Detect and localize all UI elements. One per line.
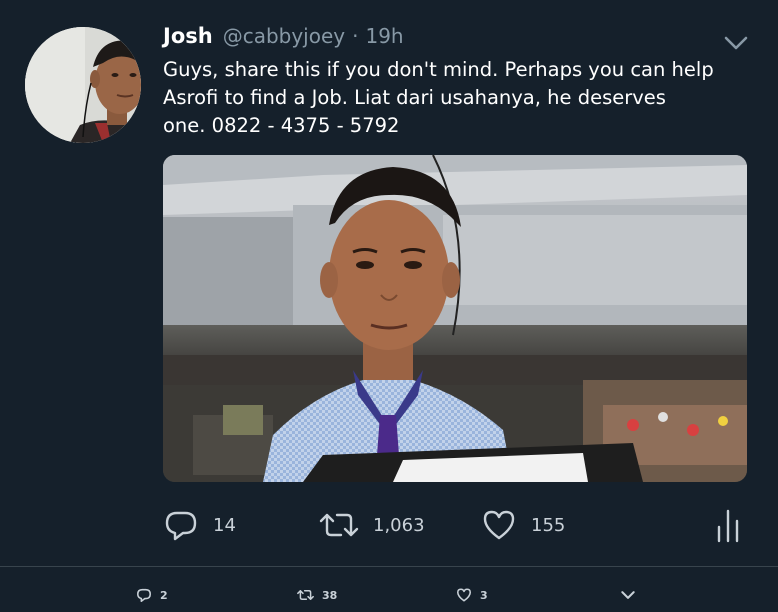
photo-image xyxy=(163,155,747,482)
tweet-menu-button[interactable] xyxy=(722,33,750,53)
next-reply-count: 2 xyxy=(160,588,168,602)
like-button[interactable]: 155 xyxy=(481,505,565,545)
tweet-text: Guys, share this if you don't mind. Perh… xyxy=(163,58,714,137)
tweet-actions: 14 1,063 155 xyxy=(163,505,753,545)
author-name[interactable]: Josh xyxy=(163,24,213,48)
next-reply-button[interactable]: 2 xyxy=(136,585,168,605)
next-like-count: 3 xyxy=(480,588,488,602)
next-tweet-menu-button[interactable] xyxy=(620,585,636,605)
chevron-down-icon xyxy=(724,36,748,50)
reply-count: 14 xyxy=(213,514,236,536)
analytics-icon xyxy=(717,509,739,543)
avatar-image xyxy=(25,27,141,143)
heart-icon xyxy=(483,510,515,540)
like-count: 155 xyxy=(531,514,566,536)
retweet-button[interactable]: 1,063 xyxy=(319,505,425,545)
tweet-timestamp[interactable]: 19h xyxy=(365,24,403,48)
analytics-button[interactable] xyxy=(713,505,743,545)
retweet-count: 1,063 xyxy=(373,514,425,536)
next-retweet-button[interactable]: 38 xyxy=(297,585,337,605)
heart-icon xyxy=(457,588,471,602)
retweet-icon xyxy=(297,590,314,600)
tweet-header: Josh @cabbyjoey · 19h xyxy=(163,24,404,54)
reply-button[interactable]: 14 xyxy=(163,505,236,545)
next-retweet-count: 38 xyxy=(322,588,338,602)
avatar[interactable] xyxy=(25,27,141,143)
header-separator: · xyxy=(352,24,359,48)
retweet-icon xyxy=(319,513,359,537)
tweet-media-photo[interactable] xyxy=(163,155,747,482)
reply-icon xyxy=(165,511,197,541)
next-like-button[interactable]: 3 xyxy=(456,585,488,605)
author-handle[interactable]: @cabbyjoey xyxy=(223,24,345,48)
chevron-down-icon xyxy=(621,591,635,599)
tweet-card[interactable]: Josh @cabbyjoey · 19h Guys, share this i… xyxy=(0,0,778,566)
reply-icon xyxy=(137,588,151,602)
next-tweet-actions: 2 38 3 xyxy=(0,567,778,612)
